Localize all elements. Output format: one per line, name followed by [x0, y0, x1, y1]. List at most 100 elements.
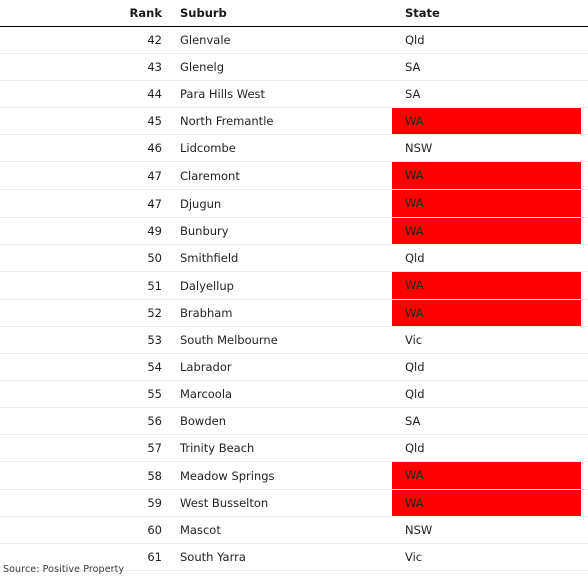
state-highlight-block: WA	[392, 190, 581, 217]
cell-state: Vic	[391, 543, 588, 571]
column-header-rank[interactable]: Rank	[0, 0, 162, 27]
state-value: SA	[405, 87, 421, 101]
cell-rank: 46	[0, 134, 162, 162]
cell-suburb: Brabham	[162, 299, 391, 327]
state-value: Qld	[405, 251, 425, 265]
cell-state: WA	[391, 161, 588, 190]
cell-rank: 44	[0, 80, 162, 108]
column-header-state[interactable]: State	[391, 0, 588, 27]
cell-state: NSW	[391, 134, 588, 162]
cell-state: SA	[391, 407, 588, 435]
state-highlight-block: WA	[392, 490, 581, 516]
table-row[interactable]: 57 Trinity Beach Qld	[0, 434, 588, 462]
cell-suburb: Bowden	[162, 407, 391, 435]
cell-state: Qld	[391, 26, 588, 54]
cell-rank: 47	[0, 161, 162, 190]
cell-suburb: Glenelg	[162, 53, 391, 81]
cell-state: WA	[391, 299, 588, 327]
cell-suburb: West Busselton	[162, 489, 391, 517]
cell-state: WA	[391, 189, 588, 218]
cell-suburb: Smithfield	[162, 244, 391, 272]
table-row[interactable]: 59 West Busselton WA	[0, 489, 588, 517]
column-header-suburb[interactable]: Suburb	[162, 0, 391, 27]
cell-rank: 60	[0, 516, 162, 544]
cell-state: Qld	[391, 353, 588, 381]
cell-state: Qld	[391, 380, 588, 408]
table-row[interactable]: 49 Bunbury WA	[0, 217, 588, 245]
rank-table-container: Rank Suburb State 42 Glenvale Qld 43 Glenelg…	[0, 0, 588, 571]
cell-state: WA	[391, 461, 588, 490]
table-row[interactable]: 47 Djugun WA	[0, 189, 588, 218]
cell-rank: 58	[0, 461, 162, 490]
cell-state: WA	[391, 271, 588, 300]
source-note: Source: Positive Property	[3, 564, 125, 575]
state-value: Vic	[405, 550, 423, 564]
cell-suburb: Glenvale	[162, 26, 391, 54]
cell-suburb: Marcoola	[162, 380, 391, 408]
cell-rank: 57	[0, 434, 162, 462]
table-row[interactable]: 50 Smithfield Qld	[0, 244, 588, 272]
cell-suburb: Dalyellup	[162, 271, 391, 300]
table-row[interactable]: 51 Dalyellup WA	[0, 271, 588, 300]
cell-rank: 56	[0, 407, 162, 435]
state-value: Vic	[405, 333, 423, 347]
cell-rank: 53	[0, 326, 162, 354]
cell-suburb: Mascot	[162, 516, 391, 544]
table-row[interactable]: 46 Lidcombe NSW	[0, 134, 588, 162]
table-row[interactable]: 42 Glenvale Qld	[0, 26, 588, 54]
state-value: Qld	[405, 441, 425, 455]
table-row[interactable]: 56 Bowden SA	[0, 407, 588, 435]
cell-rank: 52	[0, 299, 162, 327]
cell-rank: 49	[0, 217, 162, 245]
state-value: NSW	[405, 141, 433, 155]
cell-state: NSW	[391, 516, 588, 544]
state-value: NSW	[405, 523, 433, 537]
cell-suburb: Para Hills West	[162, 80, 391, 108]
cell-state: WA	[391, 217, 588, 245]
table-row[interactable]: 44 Para Hills West SA	[0, 80, 588, 108]
state-highlight-block: WA	[392, 300, 581, 326]
table-row[interactable]: 55 Marcoola Qld	[0, 380, 588, 408]
cell-suburb: Lidcombe	[162, 134, 391, 162]
table-row[interactable]: 45 North Fremantle WA	[0, 107, 588, 135]
table-row[interactable]: 54 Labrador Qld	[0, 353, 588, 381]
cell-suburb: South Melbourne	[162, 326, 391, 354]
cell-rank: 59	[0, 489, 162, 517]
cell-rank: 42	[0, 26, 162, 54]
cell-suburb: Trinity Beach	[162, 434, 391, 462]
state-value: SA	[405, 414, 421, 428]
table-row[interactable]: 47 Claremont WA	[0, 161, 588, 190]
table-row[interactable]: 52 Brabham WA	[0, 299, 588, 327]
cell-suburb: Meadow Springs	[162, 461, 391, 490]
table-body: 42 Glenvale Qld 43 Glenelg SA 44 Para Hills Wes…	[0, 26, 588, 571]
suburb-rank-table: Rank Suburb State 42 Glenvale Qld 43 Glenelg…	[0, 0, 588, 571]
table-header-row: Rank Suburb State	[0, 0, 588, 27]
state-highlight-block: WA	[392, 108, 581, 134]
table-row[interactable]: 53 South Melbourne Vic	[0, 326, 588, 354]
cell-suburb: South Yarra	[162, 543, 391, 571]
state-highlight-block: WA	[392, 218, 581, 244]
cell-rank: 55	[0, 380, 162, 408]
cell-state: Qld	[391, 434, 588, 462]
cell-state: SA	[391, 80, 588, 108]
cell-rank: 51	[0, 271, 162, 300]
table-row[interactable]: 60 Mascot NSW	[0, 516, 588, 544]
cell-suburb: Labrador	[162, 353, 391, 381]
cell-state: SA	[391, 53, 588, 81]
state-highlight-block: WA	[392, 162, 581, 189]
table-header: Rank Suburb State	[0, 0, 588, 27]
cell-suburb: Claremont	[162, 161, 391, 190]
table-row[interactable]: 43 Glenelg SA	[0, 53, 588, 81]
cell-suburb: Bunbury	[162, 217, 391, 245]
state-highlight-block: WA	[392, 462, 581, 489]
state-highlight-block: WA	[392, 272, 581, 299]
cell-state: Qld	[391, 244, 588, 272]
cell-rank: 43	[0, 53, 162, 81]
state-value: Qld	[405, 387, 425, 401]
cell-rank: 54	[0, 353, 162, 381]
cell-rank: 45	[0, 107, 162, 135]
table-row[interactable]: 58 Meadow Springs WA	[0, 461, 588, 490]
cell-suburb: North Fremantle	[162, 107, 391, 135]
cell-rank: 50	[0, 244, 162, 272]
state-value: Qld	[405, 360, 425, 374]
